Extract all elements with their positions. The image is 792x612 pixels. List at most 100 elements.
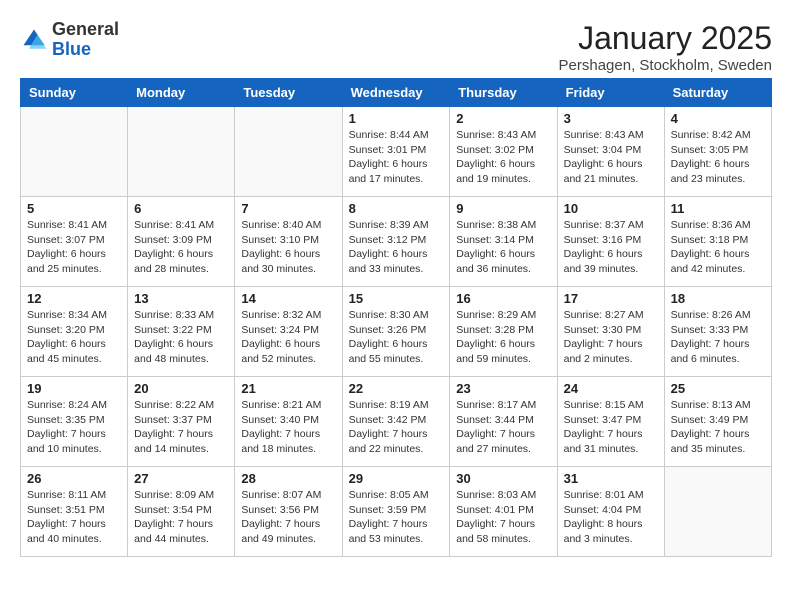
week-row-4: 19 Sunrise: 8:24 AM Sunset: 3:35 PM Dayli… (21, 377, 772, 467)
calendar-cell: 2 Sunrise: 8:43 AM Sunset: 3:02 PM Daylig… (450, 107, 557, 197)
day-number: 12 (27, 291, 121, 306)
day-info: Sunrise: 8:30 AM Sunset: 3:26 PM Dayligh… (349, 308, 444, 367)
day-number: 5 (27, 201, 121, 216)
day-number: 30 (456, 471, 550, 486)
logo: General Blue (20, 20, 119, 60)
day-number: 21 (241, 381, 335, 396)
day-number: 13 (134, 291, 228, 306)
page-header: General Blue January 2025 Pershagen, Sto… (20, 20, 772, 74)
day-number: 1 (349, 111, 444, 126)
logo-icon (20, 26, 48, 54)
calendar-cell: 9Sunrise: 8:38 AM Sunset: 3:14 PM Daylig… (450, 197, 557, 287)
location-text: Pershagen, Stockholm, Sweden (559, 57, 772, 74)
day-info: Sunrise: 8:24 AM Sunset: 3:35 PM Dayligh… (27, 398, 121, 457)
header-friday: Friday (557, 79, 664, 107)
day-info: Sunrise: 8:05 AM Sunset: 3:59 PM Dayligh… (349, 488, 444, 547)
day-info: Sunrise: 8:19 AM Sunset: 3:42 PM Dayligh… (349, 398, 444, 457)
calendar-cell: 29 Sunrise: 8:05 AM Sunset: 3:59 PM Dayli… (342, 467, 450, 557)
calendar-cell (664, 467, 771, 557)
header-saturday: Saturday (664, 79, 771, 107)
day-info: Sunrise: 8:01 AM Sunset: 4:04 PM Dayligh… (564, 488, 658, 547)
day-number: 27 (134, 471, 228, 486)
day-info: Sunrise: 8:40 AM Sunset: 3:10 PM Dayligh… (241, 218, 335, 277)
calendar-header-row: SundayMondayTuesdayWednesdayThursdayFrid… (21, 79, 772, 107)
calendar-cell: 21 Sunrise: 8:21 AM Sunset: 3:40 PM Dayli… (235, 377, 342, 467)
logo-general-text: General (52, 19, 119, 39)
day-number: 22 (349, 381, 444, 396)
day-number: 19 (27, 381, 121, 396)
calendar-cell: 4Sunrise: 8:42 AM Sunset: 3:05 PM Daylig… (664, 107, 771, 197)
calendar-cell: 26Sunrise: 8:11 AM Sunset: 3:51 PM Dayli… (21, 467, 128, 557)
calendar-cell: 11 Sunrise: 8:36 AM Sunset: 3:18 PM Dayli… (664, 197, 771, 287)
day-info: Sunrise: 8:11 AM Sunset: 3:51 PM Dayligh… (27, 488, 121, 547)
calendar-cell: 5 Sunrise: 8:41 AM Sunset: 3:07 PM Daylig… (21, 197, 128, 287)
day-info: Sunrise: 8:41 AM Sunset: 3:07 PM Dayligh… (27, 218, 121, 277)
calendar-cell: 19 Sunrise: 8:24 AM Sunset: 3:35 PM Dayli… (21, 377, 128, 467)
day-number: 15 (349, 291, 444, 306)
day-number: 24 (564, 381, 658, 396)
calendar-cell: 30 Sunrise: 8:03 AM Sunset: 4:01 PM Dayli… (450, 467, 557, 557)
header-sunday: Sunday (21, 79, 128, 107)
calendar-cell (21, 107, 128, 197)
calendar-cell: 28Sunrise: 8:07 AM Sunset: 3:56 PM Dayli… (235, 467, 342, 557)
day-number: 31 (564, 471, 658, 486)
week-row-5: 26Sunrise: 8:11 AM Sunset: 3:51 PM Dayli… (21, 467, 772, 557)
calendar-cell: 12 Sunrise: 8:34 AM Sunset: 3:20 PM Dayli… (21, 287, 128, 377)
day-info: Sunrise: 8:34 AM Sunset: 3:20 PM Dayligh… (27, 308, 121, 367)
week-row-3: 12 Sunrise: 8:34 AM Sunset: 3:20 PM Dayli… (21, 287, 772, 377)
day-number: 16 (456, 291, 550, 306)
calendar-cell: 25Sunrise: 8:13 AM Sunset: 3:49 PM Dayli… (664, 377, 771, 467)
day-info: Sunrise: 8:36 AM Sunset: 3:18 PM Dayligh… (671, 218, 765, 277)
calendar-cell: 20 Sunrise: 8:22 AM Sunset: 3:37 PM Dayli… (128, 377, 235, 467)
calendar-cell: 6 Sunrise: 8:41 AM Sunset: 3:09 PM Daylig… (128, 197, 235, 287)
day-info: Sunrise: 8:17 AM Sunset: 3:44 PM Dayligh… (456, 398, 550, 457)
calendar-cell: 1 Sunrise: 8:44 AM Sunset: 3:01 PM Daylig… (342, 107, 450, 197)
week-row-2: 5 Sunrise: 8:41 AM Sunset: 3:07 PM Daylig… (21, 197, 772, 287)
day-info: Sunrise: 8:33 AM Sunset: 3:22 PM Dayligh… (134, 308, 228, 367)
calendar-cell: 27 Sunrise: 8:09 AM Sunset: 3:54 PM Dayli… (128, 467, 235, 557)
day-info: Sunrise: 8:32 AM Sunset: 3:24 PM Dayligh… (241, 308, 335, 367)
calendar-cell: 31 Sunrise: 8:01 AM Sunset: 4:04 PM Dayli… (557, 467, 664, 557)
day-number: 3 (564, 111, 658, 126)
calendar-cell: 10Sunrise: 8:37 AM Sunset: 3:16 PM Dayli… (557, 197, 664, 287)
day-info: Sunrise: 8:42 AM Sunset: 3:05 PM Dayligh… (671, 128, 765, 187)
day-number: 14 (241, 291, 335, 306)
day-info: Sunrise: 8:03 AM Sunset: 4:01 PM Dayligh… (456, 488, 550, 547)
day-number: 20 (134, 381, 228, 396)
day-info: Sunrise: 8:43 AM Sunset: 3:02 PM Dayligh… (456, 128, 550, 187)
day-info: Sunrise: 8:43 AM Sunset: 3:04 PM Dayligh… (564, 128, 658, 187)
week-row-1: 1 Sunrise: 8:44 AM Sunset: 3:01 PM Daylig… (21, 107, 772, 197)
day-number: 11 (671, 201, 765, 216)
day-info: Sunrise: 8:22 AM Sunset: 3:37 PM Dayligh… (134, 398, 228, 457)
day-info: Sunrise: 8:41 AM Sunset: 3:09 PM Dayligh… (134, 218, 228, 277)
calendar-cell: 23 Sunrise: 8:17 AM Sunset: 3:44 PM Dayli… (450, 377, 557, 467)
calendar-cell: 8Sunrise: 8:39 AM Sunset: 3:12 PM Daylig… (342, 197, 450, 287)
day-number: 7 (241, 201, 335, 216)
calendar-cell: 7 Sunrise: 8:40 AM Sunset: 3:10 PM Daylig… (235, 197, 342, 287)
day-number: 25 (671, 381, 765, 396)
calendar-cell: 16 Sunrise: 8:29 AM Sunset: 3:28 PM Dayli… (450, 287, 557, 377)
day-number: 6 (134, 201, 228, 216)
day-info: Sunrise: 8:37 AM Sunset: 3:16 PM Dayligh… (564, 218, 658, 277)
day-number: 17 (564, 291, 658, 306)
header-thursday: Thursday (450, 79, 557, 107)
day-number: 29 (349, 471, 444, 486)
calendar-cell (235, 107, 342, 197)
day-info: Sunrise: 8:44 AM Sunset: 3:01 PM Dayligh… (349, 128, 444, 187)
day-info: Sunrise: 8:09 AM Sunset: 3:54 PM Dayligh… (134, 488, 228, 547)
calendar-cell: 15 Sunrise: 8:30 AM Sunset: 3:26 PM Dayli… (342, 287, 450, 377)
calendar-table: SundayMondayTuesdayWednesdayThursdayFrid… (20, 78, 772, 557)
header-wednesday: Wednesday (342, 79, 450, 107)
calendar-cell: 13 Sunrise: 8:33 AM Sunset: 3:22 PM Dayli… (128, 287, 235, 377)
title-block: January 2025 Pershagen, Stockholm, Swede… (559, 20, 772, 74)
day-info: Sunrise: 8:27 AM Sunset: 3:30 PM Dayligh… (564, 308, 658, 367)
day-number: 2 (456, 111, 550, 126)
day-info: Sunrise: 8:07 AM Sunset: 3:56 PM Dayligh… (241, 488, 335, 547)
day-info: Sunrise: 8:29 AM Sunset: 3:28 PM Dayligh… (456, 308, 550, 367)
day-number: 18 (671, 291, 765, 306)
day-info: Sunrise: 8:21 AM Sunset: 3:40 PM Dayligh… (241, 398, 335, 457)
header-monday: Monday (128, 79, 235, 107)
day-number: 23 (456, 381, 550, 396)
calendar-cell: 22 Sunrise: 8:19 AM Sunset: 3:42 PM Dayli… (342, 377, 450, 467)
day-info: Sunrise: 8:15 AM Sunset: 3:47 PM Dayligh… (564, 398, 658, 457)
